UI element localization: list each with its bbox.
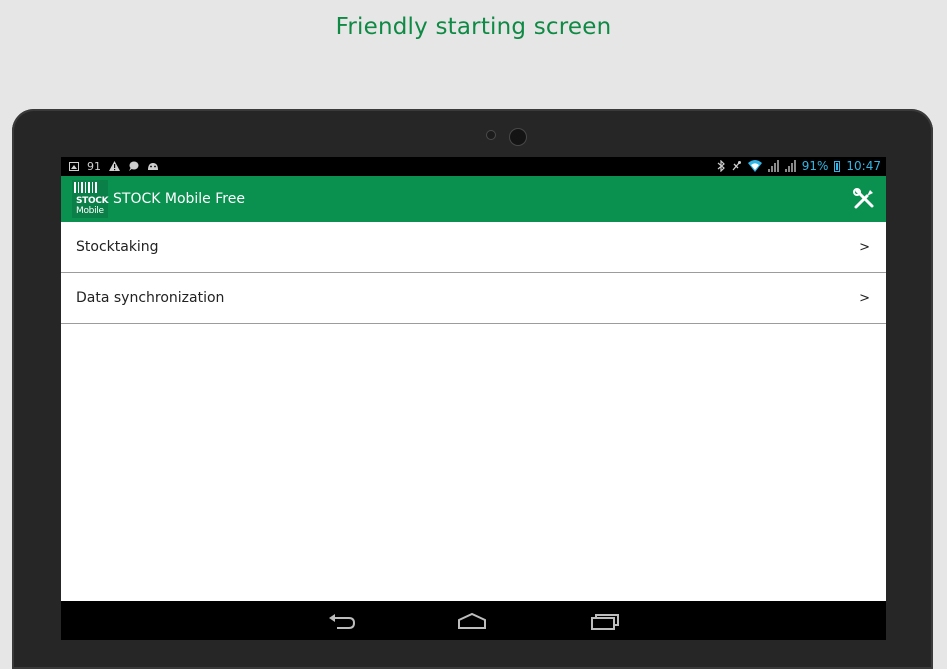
warning-icon — [109, 159, 120, 173]
notification-count: 91 — [87, 159, 101, 173]
back-icon[interactable] — [327, 610, 357, 632]
logo-text-top: STOCK — [76, 196, 109, 206]
menu-item-label: Data synchronization — [76, 290, 225, 306]
recents-icon[interactable] — [590, 610, 620, 632]
page-caption: Friendly starting screen — [335, 14, 612, 40]
battery-icon — [834, 159, 841, 173]
wifi-icon — [747, 159, 762, 173]
main-menu-list: Stocktaking > Data synchronization > — [61, 222, 886, 324]
menu-item-stocktaking[interactable]: Stocktaking > — [61, 222, 886, 273]
app-bar: STOCK Mobile STOCK Mobile Free — [61, 176, 886, 222]
settings-tools-icon[interactable] — [853, 188, 875, 210]
app-title: STOCK Mobile Free — [113, 191, 245, 207]
clock: 10:47 — [846, 159, 881, 173]
barcode-icon — [74, 182, 97, 193]
signal-icon-2 — [784, 159, 796, 173]
home-icon[interactable] — [457, 610, 487, 632]
android-icon — [147, 159, 159, 173]
battery-percent: 91% — [801, 159, 829, 173]
front-camera — [510, 129, 526, 145]
system-nav-bar — [61, 601, 886, 640]
logo-text-bottom: Mobile — [76, 206, 104, 216]
mute-icon — [731, 159, 742, 173]
chevron-right-icon: > — [859, 291, 870, 306]
menu-item-label: Stocktaking — [76, 239, 159, 255]
chevron-right-icon: > — [859, 240, 870, 255]
device-screen: 91 91% 10:47 STOCK Mobile STOCK Mobile F… — [61, 157, 886, 640]
chat-icon — [128, 159, 139, 173]
app-logo[interactable]: STOCK Mobile — [72, 180, 109, 218]
status-bar: 91 91% 10:47 — [61, 157, 886, 176]
bluetooth-icon — [717, 159, 725, 173]
image-icon — [69, 159, 79, 173]
menu-item-data-synchronization[interactable]: Data synchronization > — [61, 273, 886, 324]
signal-icon-1 — [767, 159, 779, 173]
proximity-sensor — [487, 131, 495, 139]
